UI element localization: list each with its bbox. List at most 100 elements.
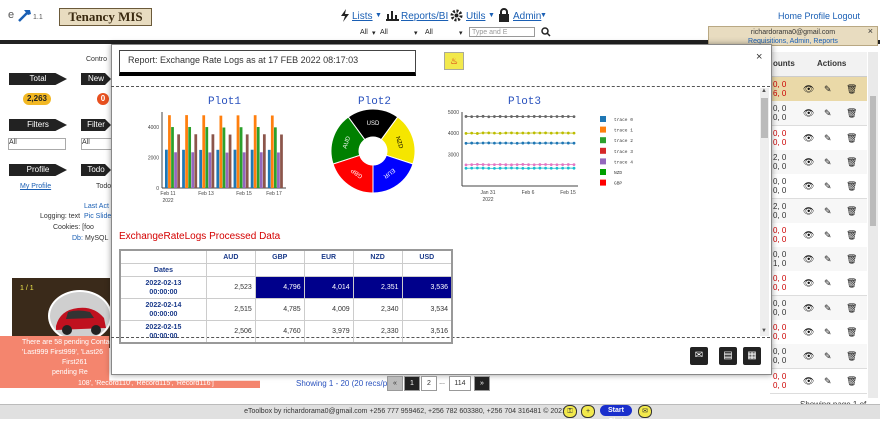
table-row[interactable]: 0, 00, 0👁✎🗑 — [770, 271, 867, 296]
trash-icon[interactable]: 🗑 — [846, 108, 857, 119]
eye-icon[interactable]: 👁 — [803, 84, 814, 95]
edit-icon[interactable]: ✎ — [824, 376, 832, 387]
menu-lists[interactable]: Lists — [352, 11, 373, 22]
page-114-button[interactable]: 114 — [449, 376, 471, 391]
trash-icon[interactable]: 🗑 — [846, 376, 857, 387]
tile-filters[interactable]: Filters — [9, 119, 67, 131]
pic-slide-link[interactable]: Pic Slide — [84, 213, 111, 220]
data-point — [567, 115, 570, 118]
trash-icon[interactable]: 🗑 — [846, 327, 857, 338]
plus-icon[interactable]: + — [581, 405, 595, 418]
modal-scrollbar-thumb[interactable] — [761, 98, 768, 138]
edit-icon[interactable]: ✎ — [824, 108, 832, 119]
edit-icon[interactable]: ✎ — [824, 206, 832, 217]
last-activity-link[interactable]: Last Act — [84, 203, 109, 210]
search-input[interactable]: Type and E — [469, 27, 535, 37]
trash-icon[interactable]: 🗑 — [846, 254, 857, 265]
table-row[interactable]: 0, 00, 0👁✎🗑 — [770, 320, 867, 345]
header-select-2[interactable]: All — [380, 29, 388, 36]
table-row[interactable]: 0, 00, 0👁✎🗑 — [770, 101, 867, 126]
app-brand[interactable]: Tenancy MIS — [59, 8, 152, 26]
scroll-down-icon[interactable]: ▼ — [761, 328, 767, 334]
plot3-chart[interactable]: 500040003000Jan 312022Feb 6Feb 15trace 0… — [440, 106, 660, 206]
trash-icon[interactable]: 🗑 — [846, 181, 857, 192]
eye-icon[interactable]: 👁 — [803, 351, 814, 362]
scroll-up-icon[interactable]: ▲ — [761, 88, 767, 94]
page-prev-button[interactable]: « — [387, 376, 403, 391]
plot1-chart[interactable]: 020004000Feb 112022Feb 13Feb 15Feb 17 — [142, 108, 292, 208]
excel-file-button[interactable]: ▦ — [743, 347, 761, 365]
edit-icon[interactable]: ✎ — [824, 254, 832, 265]
trash-icon[interactable]: 🗑 — [846, 157, 857, 168]
table-row[interactable]: 2022-02-1400:00:002,5154,7854,0092,3403,… — [120, 299, 452, 321]
trash-icon[interactable]: 🗑 — [846, 133, 857, 144]
eye-icon[interactable]: 👁 — [803, 108, 814, 119]
table-row[interactable]: 0, 00, 0👁✎🗑 — [770, 369, 867, 394]
header-select-3[interactable]: All — [425, 29, 433, 36]
my-profile-link[interactable]: My Profile — [20, 183, 51, 190]
table-row[interactable]: 0, 01, 0👁✎🗑 — [770, 247, 867, 272]
header-nav-links[interactable]: Home Profile Logout — [778, 11, 860, 21]
eye-icon[interactable]: 👁 — [803, 254, 814, 265]
edit-icon[interactable]: ✎ — [824, 351, 832, 362]
edit-icon[interactable]: ✎ — [824, 157, 832, 168]
table-row[interactable]: 0, 00, 0👁✎🗑 — [770, 223, 867, 248]
table-row[interactable]: 2, 00, 0👁✎🗑 — [770, 150, 867, 175]
edit-icon[interactable]: ✎ — [824, 278, 832, 289]
trash-icon[interactable]: 🗑 — [846, 303, 857, 314]
page-scrollbar-thumb[interactable] — [870, 96, 876, 226]
trash-icon[interactable]: 🗑 — [846, 278, 857, 289]
menu-utils[interactable]: Utils — [466, 11, 485, 22]
search-icon[interactable] — [541, 27, 551, 37]
page-1-button[interactable]: 1 — [404, 376, 420, 391]
table-row[interactable]: 2, 00, 0👁✎🗑 — [770, 199, 867, 224]
tile-total[interactable]: Total — [9, 73, 67, 85]
edit-icon[interactable]: ✎ — [824, 230, 832, 241]
table-row[interactable]: 0, 00, 0👁✎🗑 — [770, 296, 867, 321]
email-open-button[interactable]: ✉ — [690, 347, 708, 365]
table-row[interactable]: 2022-02-1500:00:002,5064,7603,9792,3303,… — [120, 321, 452, 344]
tile-profile[interactable]: Profile — [9, 164, 67, 176]
menu-admin[interactable]: Admin — [513, 11, 541, 22]
key-icon[interactable]: ⚿ — [563, 405, 577, 418]
edit-icon[interactable]: ✎ — [824, 303, 832, 314]
close-icon[interactable]: × — [868, 27, 873, 36]
table-row[interactable]: 0, 00, 0👁✎🗑 — [770, 126, 867, 151]
tile-filter[interactable]: Filter — [81, 119, 111, 131]
filter-select-2[interactable]: All — [81, 138, 113, 150]
pdf-file-button[interactable]: ▤ — [719, 347, 737, 365]
edit-icon[interactable]: ✎ — [824, 133, 832, 144]
trash-icon[interactable]: 🗑 — [846, 84, 857, 95]
eye-icon[interactable]: 👁 — [803, 278, 814, 289]
eye-icon[interactable]: 👁 — [803, 303, 814, 314]
menu-reports[interactable]: Reports/BI — [401, 11, 448, 22]
tile-new[interactable]: New — [81, 73, 111, 85]
table-row[interactable]: 0, 06, 0👁✎🗑 — [770, 77, 867, 102]
header-select-1[interactable]: All — [360, 29, 368, 36]
edit-icon[interactable]: ✎ — [824, 84, 832, 95]
page-2-button[interactable]: 2 — [421, 376, 437, 391]
eye-icon[interactable]: 👁 — [803, 157, 814, 168]
eye-icon[interactable]: 👁 — [803, 181, 814, 192]
edit-icon[interactable]: ✎ — [824, 327, 832, 338]
plot2-chart[interactable]: USDNZDEURGBPAUD — [330, 108, 416, 194]
edit-icon[interactable]: ✎ — [824, 181, 832, 192]
pdf-export-button[interactable]: ♨ — [444, 52, 464, 70]
start-chat-button[interactable]: Start Chat — [600, 405, 632, 416]
page-next-button[interactable]: » — [474, 376, 490, 391]
trash-icon[interactable]: 🗑 — [846, 230, 857, 241]
inbox-icon[interactable]: ✉ — [638, 405, 652, 418]
trash-icon[interactable]: 🗑 — [846, 351, 857, 362]
table-row[interactable]: 0, 00, 0👁✎🗑 — [770, 174, 867, 199]
close-icon[interactable]: × — [756, 51, 762, 63]
table-row[interactable]: 0, 00, 0👁✎🗑 — [770, 344, 867, 369]
eye-icon[interactable]: 👁 — [803, 376, 814, 387]
eye-icon[interactable]: 👁 — [803, 230, 814, 241]
trash-icon[interactable]: 🗑 — [846, 206, 857, 217]
eye-icon[interactable]: 👁 — [803, 327, 814, 338]
table-row[interactable]: 2022-02-1300:00:002,5234,7964,0142,3513,… — [120, 277, 452, 299]
filter-select-1[interactable]: All — [8, 138, 66, 150]
eye-icon[interactable]: 👁 — [803, 206, 814, 217]
eye-icon[interactable]: 👁 — [803, 133, 814, 144]
tile-todo[interactable]: Todo — [81, 164, 111, 176]
